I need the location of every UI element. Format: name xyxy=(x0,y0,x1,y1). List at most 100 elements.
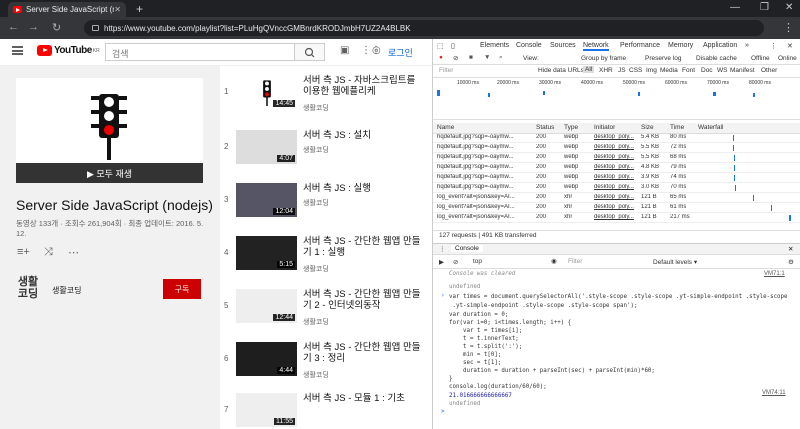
video-thumbnail[interactable]: 14:45 xyxy=(236,75,297,109)
row-initiator[interactable]: desktop_poly... xyxy=(594,194,634,200)
video-channel[interactable]: 생활코딩 xyxy=(303,198,329,208)
back-icon[interactable]: ← xyxy=(8,21,19,33)
video-item[interactable]: 4 5:15 서버 측 JS - 간단한 웹앱 만들기 1 : 실행 생활코딩 xyxy=(220,236,432,285)
video-channel[interactable]: 생활코딩 xyxy=(303,317,329,327)
video-title[interactable]: 서버 측 JS : 실행 xyxy=(303,183,423,194)
more-options-icon[interactable]: ⋯ xyxy=(68,246,79,259)
log-levels-select[interactable]: Default levels ▾ xyxy=(653,258,697,266)
close-devtools-icon[interactable]: ✕ xyxy=(787,42,793,50)
camera-icon[interactable]: ■ xyxy=(469,54,473,61)
table-row[interactable]: hqdefault.jpg?sqp=-oaymw... 200 webp deskto… xyxy=(433,163,800,173)
group-by-frame-checkbox[interactable]: Group by frame xyxy=(581,55,626,62)
video-channel[interactable]: 생활코딩 xyxy=(303,264,329,274)
video-item[interactable]: 1 14:45 서버 측 JS - 자바스크립트를 이용한 웹에플리케 생활코딩 xyxy=(220,75,432,124)
subscribe-button[interactable]: 구독 xyxy=(163,279,201,299)
col-waterfall[interactable]: Waterfall xyxy=(698,124,723,131)
filter-icon[interactable]: ▼ xyxy=(484,54,490,61)
upload-video-icon[interactable]: ▣ xyxy=(340,45,349,56)
add-to-queue-icon[interactable]: ≡+ xyxy=(17,246,30,258)
record-icon[interactable]: ● xyxy=(439,54,443,61)
clear-console-icon[interactable]: ⊘ xyxy=(453,258,458,266)
network-filter-input[interactable]: Filter xyxy=(439,67,453,74)
row-initiator[interactable]: desktop_poly... xyxy=(594,144,634,150)
table-row[interactable]: log_event?alt=json&key=AI... 200 xhr deskto… xyxy=(433,193,800,203)
video-title[interactable]: 서버 측 JS - 모듈 1 : 기초 xyxy=(303,393,423,404)
tab-elements[interactable]: Elements xyxy=(480,42,509,49)
video-thumbnail[interactable]: 5:15 xyxy=(236,236,297,270)
col-time[interactable]: Time xyxy=(670,124,684,131)
tab-performance[interactable]: Performance xyxy=(620,42,660,49)
video-title[interactable]: 서버 측 JS - 간단한 웹앱 만들기 3 : 정리 xyxy=(303,342,423,364)
hamburger-menu-icon[interactable] xyxy=(12,46,23,55)
minimize-icon[interactable]: — xyxy=(730,2,740,13)
type-img[interactable]: Img xyxy=(646,67,657,74)
col-status[interactable]: Status xyxy=(536,124,554,131)
throttling-select[interactable]: Online xyxy=(778,55,797,62)
video-channel[interactable]: 생활코딩 xyxy=(303,145,329,155)
type-css[interactable]: CSS xyxy=(629,67,642,74)
type-js[interactable]: JS xyxy=(618,67,626,74)
type-font[interactable]: Font xyxy=(682,67,695,74)
table-row[interactable]: hqdefault.jpg?sqp=-oaymw... 200 webp deskto… xyxy=(433,143,800,153)
play-all-button[interactable]: ▶ 모두 재생 xyxy=(16,163,203,183)
reload-icon[interactable]: ↻ xyxy=(52,21,61,34)
video-thumbnail[interactable]: 11:55 xyxy=(236,393,297,427)
messages-icon[interactable]: ◎ xyxy=(372,45,381,56)
type-xhr[interactable]: XHR xyxy=(599,67,613,74)
disable-cache-checkbox[interactable]: Disable cache xyxy=(696,55,737,62)
type-all[interactable]: All xyxy=(583,66,595,73)
console-filter-input[interactable]: Filter xyxy=(568,258,582,265)
col-initiator[interactable]: Initiator xyxy=(594,124,615,131)
tab-console[interactable]: Console xyxy=(516,42,542,49)
more-tabs-icon[interactable]: » xyxy=(745,42,749,49)
row-initiator[interactable]: desktop_poly... xyxy=(594,184,634,190)
result-source-link[interactable]: VM74:11 xyxy=(762,390,786,396)
video-title[interactable]: 서버 측 JS - 간단한 웹앱 만들기 1 : 실행 xyxy=(303,236,423,258)
sidebar-toggle-icon[interactable]: ▶ xyxy=(439,258,444,266)
login-button[interactable]: 로그인 xyxy=(388,46,413,59)
hide-data-urls-checkbox[interactable]: Hide data URLs xyxy=(538,67,584,74)
preserve-log-checkbox[interactable]: Preserve log xyxy=(645,55,682,62)
video-item[interactable]: 5 12:44 서버 측 JS - 간단한 웹앱 만들기 2 - 인터넷의동작 … xyxy=(220,289,432,338)
video-thumbnail[interactable]: 4:07 xyxy=(236,130,297,164)
table-row[interactable]: hqdefault.jpg?sqp=-oaymw... 200 webp deskto… xyxy=(433,183,800,193)
youtube-logo[interactable]: YouTube KR xyxy=(37,45,100,56)
cleared-source-link[interactable]: VM71:1 xyxy=(764,271,785,277)
col-size[interactable]: Size xyxy=(641,124,654,131)
close-drawer-icon[interactable]: ✕ xyxy=(788,245,793,253)
tab-sources[interactable]: Sources xyxy=(550,42,576,49)
close-window-icon[interactable]: ✕ xyxy=(785,2,793,13)
row-initiator[interactable]: desktop_poly... xyxy=(594,204,634,210)
search-input[interactable]: 검색 xyxy=(105,43,295,61)
video-item[interactable]: 2 4:07 서버 측 JS : 설치 생활코딩 xyxy=(220,130,432,179)
url-field[interactable]: https://www.youtube.com/playlist?list=PL… xyxy=(84,20,764,36)
channel-avatar[interactable]: 생활 코딩 xyxy=(16,276,40,304)
table-row[interactable]: hqdefault.jpg?sqp=-oaymw... 200 webp deskto… xyxy=(433,173,800,183)
console-settings-icon[interactable]: ⚙ xyxy=(788,258,794,266)
tab-network[interactable]: Network xyxy=(583,42,609,51)
type-ws[interactable]: WS xyxy=(717,67,727,74)
video-item[interactable]: 6 4:44 서버 측 JS - 간단한 웹앱 만들기 3 : 정리 생활코딩 xyxy=(220,342,432,391)
eye-icon[interactable]: ◉ xyxy=(551,257,557,265)
tab-application[interactable]: Application xyxy=(703,42,737,49)
video-title[interactable]: 서버 측 JS - 간단한 웹앱 만들기 2 - 인터넷의동작 xyxy=(303,289,423,311)
row-initiator[interactable]: desktop_poly... xyxy=(594,154,634,160)
video-thumbnail[interactable]: 12:04 xyxy=(236,183,297,217)
close-tab-icon[interactable]: ✕ xyxy=(114,5,121,14)
shuffle-icon[interactable]: ⤨ xyxy=(44,246,53,259)
type-manifest[interactable]: Manifest xyxy=(730,67,755,74)
video-thumbnail[interactable]: 12:44 xyxy=(236,289,297,323)
search-icon[interactable]: ⌕ xyxy=(499,54,503,62)
table-row[interactable]: log_event?alt=json&key=AI... 200 xhr deskto… xyxy=(433,213,800,223)
table-row[interactable]: log_event?alt=json&key=AI... 200 xhr deskto… xyxy=(433,203,800,213)
row-initiator[interactable]: desktop_poly... xyxy=(594,134,634,140)
settings-icon[interactable]: ⋮ xyxy=(770,42,777,50)
context-select[interactable]: top xyxy=(473,258,482,265)
type-media[interactable]: Media xyxy=(660,67,678,74)
offline-checkbox[interactable]: Offline xyxy=(751,55,770,62)
table-row[interactable]: hqdefault.jpg?sqp=-oaymw... 200 webp deskto… xyxy=(433,153,800,163)
new-tab-button[interactable]: + xyxy=(136,2,143,16)
tab-memory[interactable]: Memory xyxy=(668,42,693,49)
device-toolbar-icon[interactable]: ▯ xyxy=(451,42,455,50)
maximize-icon[interactable]: ❐ xyxy=(760,2,769,13)
